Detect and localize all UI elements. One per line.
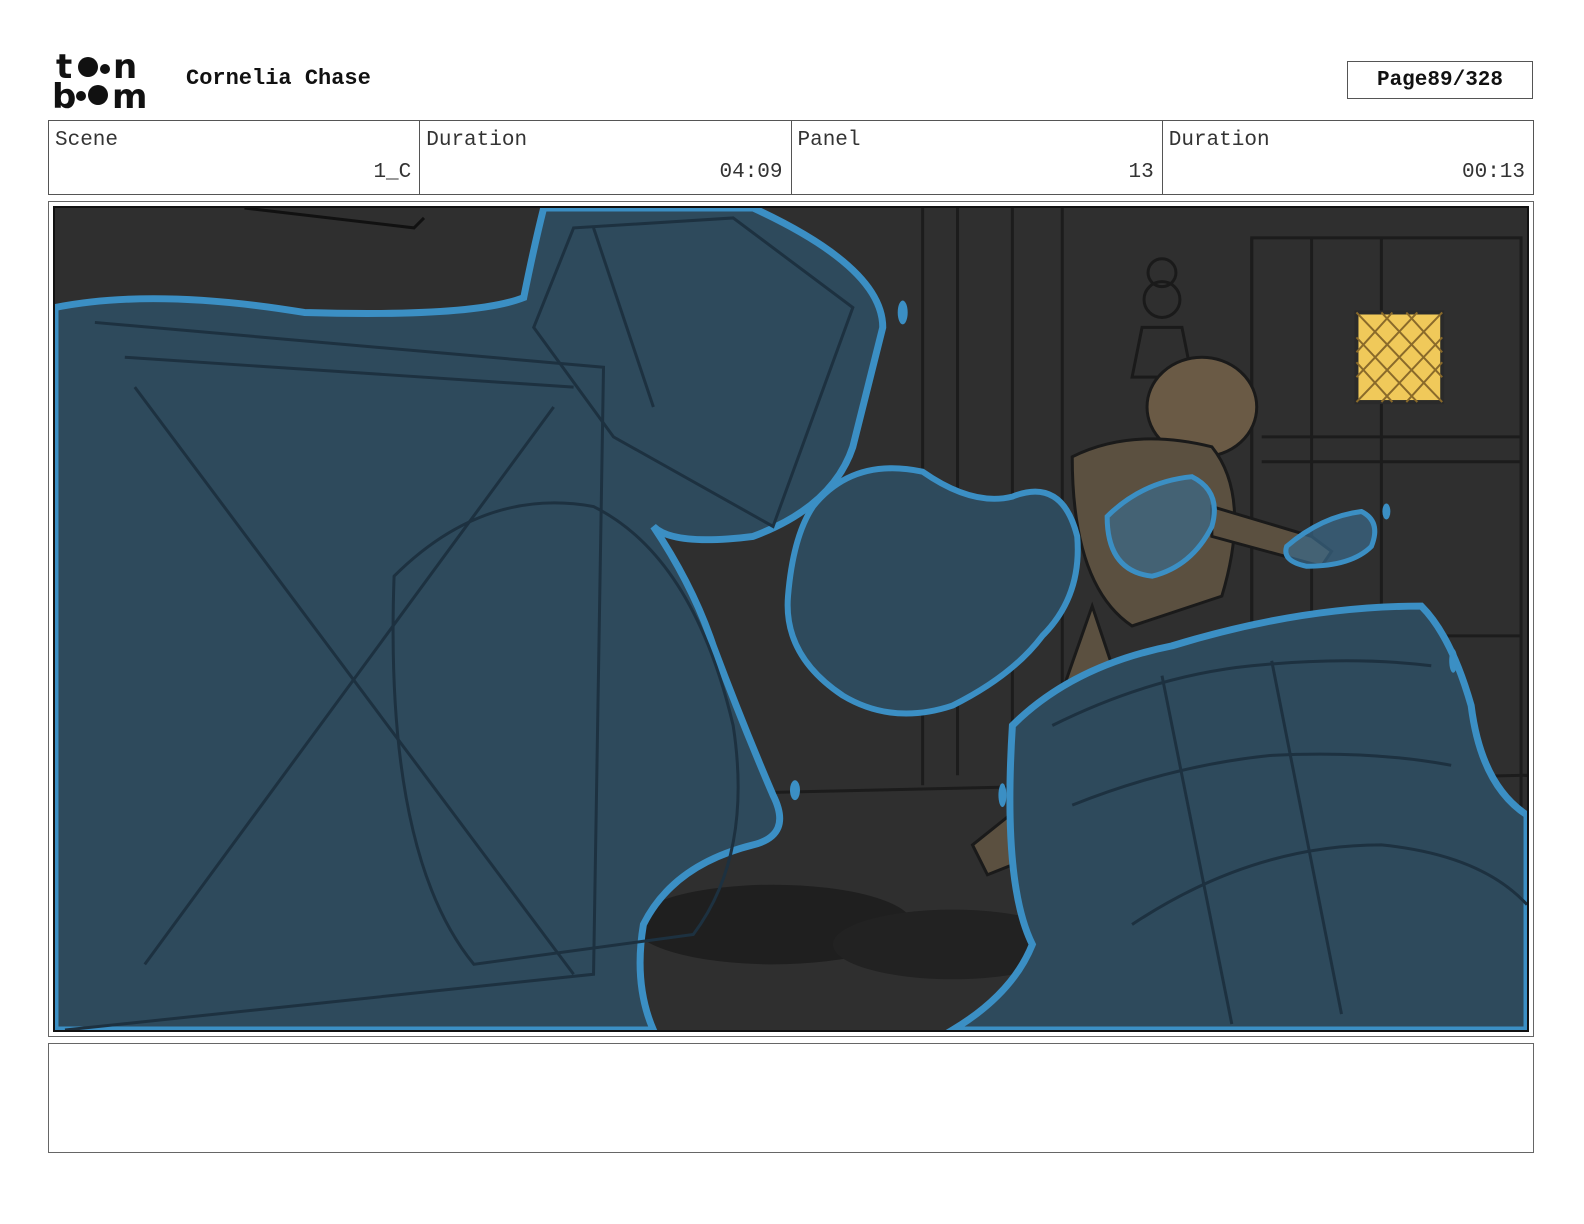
panel-cell: Panel 13 bbox=[792, 121, 1163, 194]
storyboard-drawing bbox=[55, 208, 1527, 1030]
scene-value: 1_C bbox=[373, 161, 412, 184]
scene-cell: Scene 1_C bbox=[49, 121, 421, 194]
scene-label: Scene bbox=[55, 129, 119, 152]
toon-boom-logo: t n b m bbox=[50, 47, 164, 117]
panel-duration-value: 00:13 bbox=[1461, 161, 1525, 184]
scene-duration-cell: Duration 04:09 bbox=[420, 121, 792, 194]
svg-text:b: b bbox=[52, 77, 76, 112]
panel-label: Panel bbox=[797, 129, 861, 152]
project-title: Cornelia Chase bbox=[186, 66, 371, 91]
page-label: Page bbox=[1376, 68, 1428, 92]
svg-text:m: m bbox=[112, 77, 147, 112]
storyboard-panel-image bbox=[53, 206, 1529, 1032]
panel-frame bbox=[48, 201, 1534, 1037]
scene-info-table: Scene 1_C Duration 04:09 Panel 13 Durati… bbox=[48, 120, 1534, 195]
page-indicator: Page 89/328 bbox=[1347, 61, 1533, 99]
panel-duration-cell: Duration 00:13 bbox=[1163, 121, 1533, 194]
panel-notes-box bbox=[48, 1043, 1534, 1153]
scene-duration-value: 04:09 bbox=[719, 161, 783, 184]
page-number: 89/328 bbox=[1427, 68, 1504, 92]
scene-duration-label: Duration bbox=[426, 129, 528, 152]
panel-value: 13 bbox=[1128, 161, 1154, 184]
panel-duration-label: Duration bbox=[1168, 129, 1270, 152]
